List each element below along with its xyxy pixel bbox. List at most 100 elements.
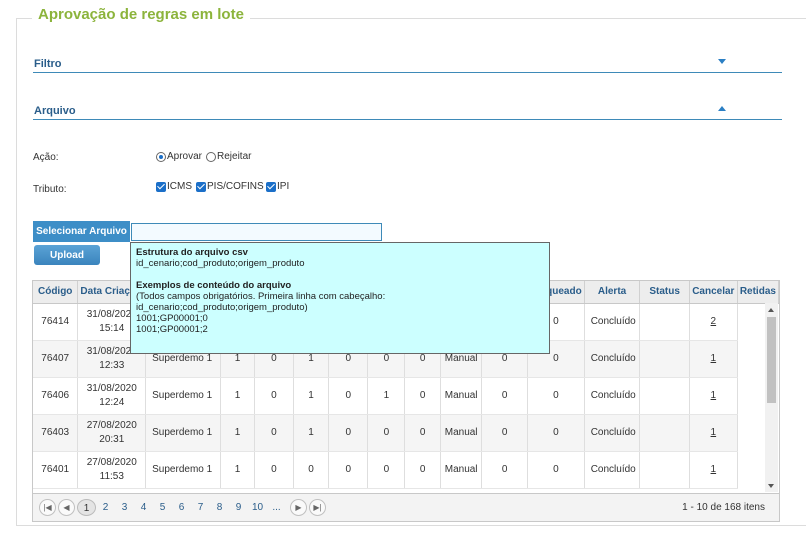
checkbox-checked-icon[interactable] [156, 181, 166, 192]
page-number[interactable]: 10 [248, 499, 267, 516]
col-cancelar[interactable]: Cancelar [689, 281, 738, 304]
retidas-link[interactable]: 2 [711, 316, 717, 327]
table-cell: 0 [254, 451, 294, 489]
table-row[interactable]: 76401 27/08/2020 11:53 Superdemo 1 1 0 0 0 0 0 Man… [33, 451, 779, 489]
table-cell [639, 451, 690, 489]
table-cell: 0 [527, 414, 585, 452]
checkbox-checked-icon[interactable] [196, 181, 206, 192]
file-path-input[interactable] [131, 223, 382, 241]
scroll-thumb[interactable] [767, 317, 776, 403]
table-cell: 0 [328, 414, 369, 452]
table-cell: 0 [481, 377, 529, 415]
table-cell: 0 [404, 451, 441, 489]
select-file-button[interactable]: Selecionar Arquivo [33, 221, 130, 242]
prev-page-icon[interactable]: ◀ [58, 499, 75, 516]
table-row[interactable]: 76403 27/08/2020 20:31 Superdemo 1 1 0 1 0 0 0 Man… [33, 414, 779, 452]
collapse-icon[interactable] [718, 106, 726, 111]
table-cell: Manual [440, 451, 483, 489]
page-number[interactable]: 5 [153, 499, 172, 516]
table-cell: 0 [293, 451, 330, 489]
tooltip-line: 1001;GP00001;0 [136, 313, 208, 324]
cell-status: Concluído [584, 377, 641, 415]
table-cell: 0 [527, 451, 585, 489]
upload-button[interactable]: Upload [34, 245, 100, 265]
last-page-icon[interactable]: ▶| [309, 499, 326, 516]
retidas-link[interactable]: 1 [711, 390, 717, 401]
retidas-link[interactable]: 1 [711, 427, 717, 438]
acao-aprovar-radio[interactable]: Aprovar [156, 151, 202, 162]
cell-date: 31/08/2020 [86, 382, 137, 394]
table-row[interactable]: 76406 31/08/2020 12:24 Superdemo 1 1 0 1 0 1 0 Man… [33, 377, 779, 415]
cell-codigo: 76401 [33, 451, 79, 489]
arquivo-label: Arquivo [34, 105, 76, 117]
first-page-icon[interactable]: |◀ [39, 499, 56, 516]
cell-codigo: 76403 [33, 414, 79, 452]
tooltip-line: 1001;GP00001;2 [136, 324, 208, 335]
scroll-down-icon[interactable] [768, 484, 774, 488]
page-number[interactable]: 3 [115, 499, 134, 516]
page-number[interactable]: 9 [229, 499, 248, 516]
col-codigo[interactable]: Código [33, 281, 79, 304]
page-number[interactable]: ... [267, 499, 286, 516]
checkbox-checked-icon[interactable] [266, 181, 276, 192]
cell-time: 12:24 [99, 396, 125, 408]
tooltip-title: Estrutura do arquivo csv [136, 247, 248, 258]
cell-data-criacao: 27/08/2020 20:31 [77, 414, 147, 452]
cell-date: 27/08/2020 [86, 456, 137, 468]
cell-codigo: 76414 [33, 303, 79, 341]
next-page-icon[interactable]: ▶ [290, 499, 307, 516]
col-status[interactable]: Status [639, 281, 690, 304]
filtro-section-header[interactable]: Filtro [33, 55, 782, 73]
cell-retidas: 1 [689, 377, 738, 415]
tributo-icms-checkbox[interactable]: ICMS [156, 181, 192, 192]
tooltip-structure: id_cenario;cod_produto;origem_produto [136, 258, 305, 269]
page-number[interactable]: 8 [210, 499, 229, 516]
retidas-link[interactable]: 1 [711, 464, 717, 475]
table-cell: 0 [404, 377, 441, 415]
tributo-piscofins-checkbox[interactable]: PIS/COFINS [196, 181, 264, 192]
radio-unchecked-icon[interactable] [206, 151, 216, 162]
tributo-label: Tributo: [33, 184, 67, 195]
col-retidas[interactable]: Retidas [737, 281, 779, 304]
table-cell: 1 [293, 377, 330, 415]
table-cell: 1 [220, 451, 255, 489]
page-title: Aprovação de regras em lote [32, 6, 250, 23]
page-number[interactable]: 1 [77, 499, 96, 516]
table-cell: 1 [367, 377, 406, 415]
expand-icon[interactable] [718, 59, 726, 64]
cell-retidas: 1 [689, 340, 738, 378]
arquivo-section-header[interactable]: Arquivo [33, 102, 782, 120]
table-cell: 1 [220, 377, 255, 415]
filtro-label: Filtro [34, 58, 62, 70]
cell-retidas: 1 [689, 451, 738, 489]
page-number[interactable]: 2 [96, 499, 115, 516]
acao-rejeitar-radio[interactable]: Rejeitar [206, 151, 251, 162]
cell-date: 27/08/2020 [86, 419, 137, 431]
retidas-link[interactable]: 1 [711, 353, 717, 364]
table-cell: 1 [293, 414, 330, 452]
cell-usuario: Superdemo 1 [145, 451, 222, 489]
tributo-ipi-checkbox[interactable]: IPI [266, 181, 289, 192]
table-cell: 0 [328, 377, 369, 415]
tooltip-line: id_cenario;cod_produto;origem_produto) [136, 302, 308, 313]
pager-info: 1 - 10 de 168 itens [682, 502, 765, 513]
page-number[interactable]: 6 [172, 499, 191, 516]
col-alerta[interactable]: Alerta [584, 281, 641, 304]
table-cell: 0 [367, 414, 406, 452]
cell-retidas: 2 [689, 303, 738, 341]
cell-status: Concluído [584, 451, 641, 489]
cell-usuario: Superdemo 1 [145, 414, 222, 452]
scroll-up-icon[interactable] [768, 308, 774, 312]
table-cell: 0 [404, 414, 441, 452]
acao-label: Ação: [33, 152, 59, 163]
table-cell: 0 [367, 451, 406, 489]
page-number[interactable]: 4 [134, 499, 153, 516]
grid-vertical-scrollbar[interactable] [765, 303, 778, 492]
table-cell [639, 340, 690, 378]
radio-checked-icon[interactable] [156, 151, 166, 162]
table-cell: 0 [481, 414, 529, 452]
cell-status: Concluído [584, 303, 641, 341]
csv-format-tooltip: Estrutura do arquivo csv id_cenario;cod_… [130, 242, 550, 354]
page-number[interactable]: 7 [191, 499, 210, 516]
cell-time: 20:31 [99, 433, 125, 445]
